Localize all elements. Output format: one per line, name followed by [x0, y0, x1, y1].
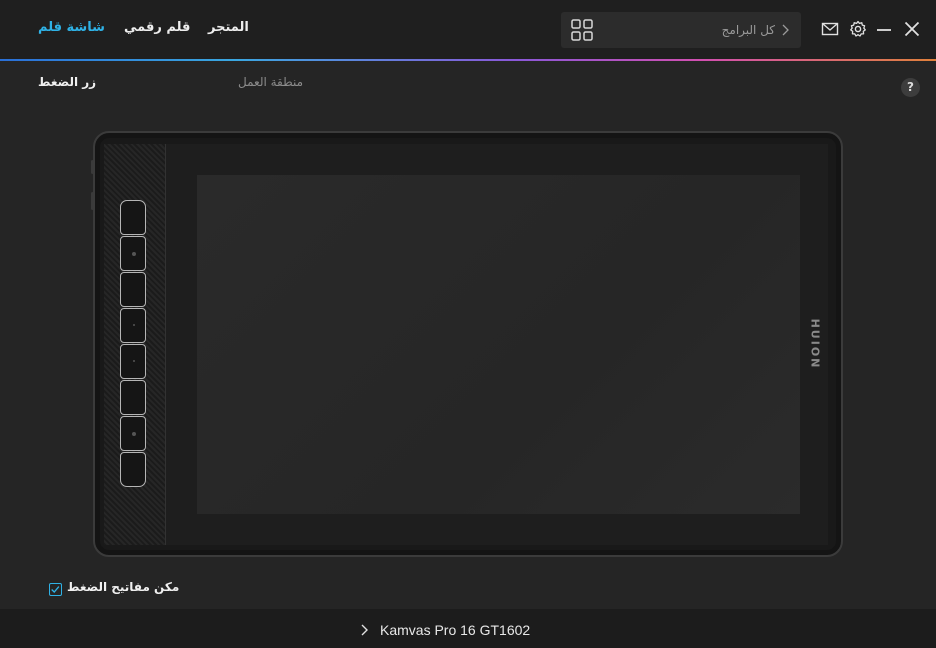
press-key-7[interactable]: [120, 416, 146, 451]
enable-press-keys-checkbox[interactable]: [49, 583, 62, 596]
press-key-3[interactable]: [120, 272, 146, 307]
device-name: Kamvas Pro 16 GT1602: [380, 622, 531, 638]
search-input[interactable]: [605, 21, 775, 39]
help-button[interactable]: ?: [901, 78, 920, 97]
chevron-right-icon[interactable]: [779, 24, 791, 36]
app-search-box[interactable]: [561, 12, 801, 48]
tab-pen-tablet[interactable]: قلم رقمي: [124, 20, 190, 35]
key-marker-icon: [133, 324, 135, 326]
brand-logo: HUION: [808, 318, 822, 370]
enable-press-keys-label: مكن مفاتيح الضغط: [67, 580, 180, 594]
grid-icon[interactable]: [571, 19, 593, 41]
press-key-5[interactable]: [120, 344, 146, 379]
mail-icon[interactable]: [821, 20, 839, 38]
press-key-6[interactable]: [120, 380, 146, 415]
key-marker-icon: [132, 252, 136, 256]
top-bar: شاشة قلم قلم رقمي المتجر: [0, 0, 936, 60]
key-marker-icon: [133, 360, 135, 362]
bottom-bar: Kamvas Pro 16 GT1602: [0, 609, 936, 648]
press-key-4[interactable]: [120, 308, 146, 343]
huion-driver-window: شاشة قلم قلم رقمي المتجر كل البرامج زر ا…: [0, 0, 936, 648]
key-marker-icon: [132, 432, 136, 436]
gear-icon[interactable]: [849, 20, 867, 38]
close-icon[interactable]: [903, 20, 921, 38]
chevron-right-icon[interactable]: [358, 624, 370, 636]
minimize-icon[interactable]: [875, 20, 893, 38]
press-key-8[interactable]: [120, 452, 146, 487]
tablet-screen: [197, 175, 800, 514]
tab-pen-display[interactable]: شاشة قلم: [38, 20, 105, 35]
press-key-1[interactable]: [120, 200, 146, 235]
checkmark-icon: [51, 586, 60, 594]
press-key-2[interactable]: [120, 236, 146, 271]
tab-store[interactable]: المتجر: [208, 20, 249, 35]
subtab-press-keys[interactable]: زر الضغط: [38, 75, 96, 89]
accent-divider: [0, 59, 936, 61]
subtab-work-area[interactable]: منطقة العمل: [238, 75, 303, 89]
